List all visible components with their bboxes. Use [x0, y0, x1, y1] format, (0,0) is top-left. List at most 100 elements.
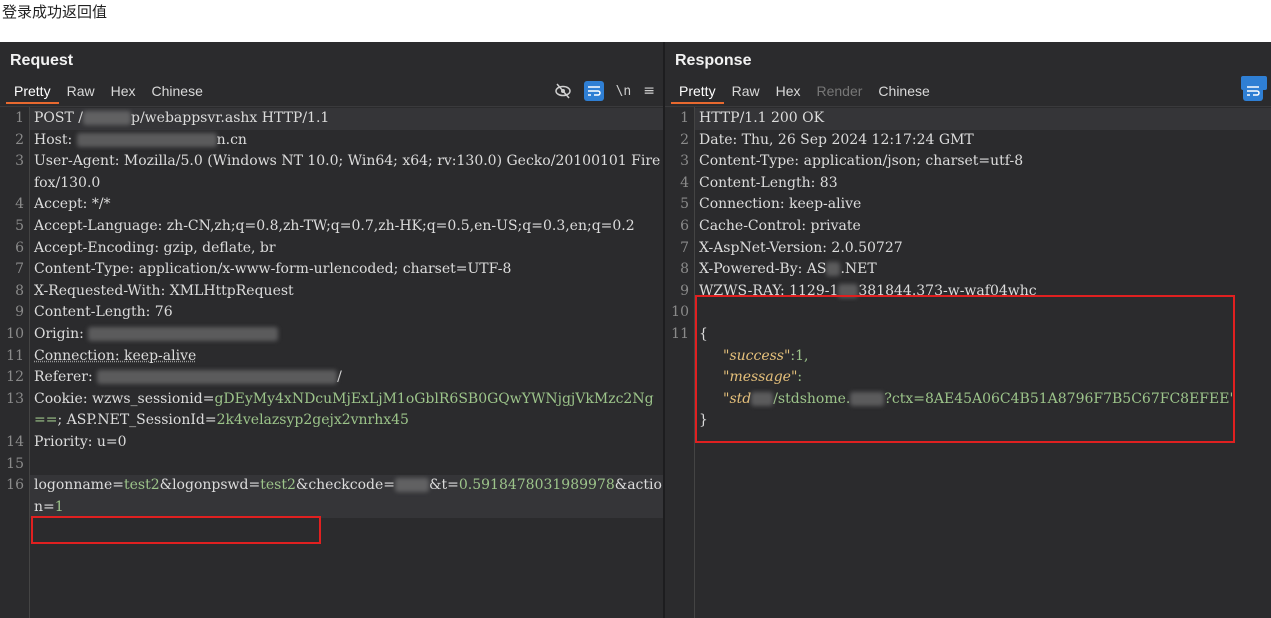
response-code: 1 HTTP/1.1 200 OK 2 Date: Thu, 26 Sep 2024…: [665, 108, 1271, 432]
line-text: n.cn: [216, 131, 247, 148]
request-line-11: 11 Connection: keep-alive: [0, 346, 663, 368]
response-tabs: Pretty Raw Hex Render Chinese: [671, 80, 938, 104]
json-string: /stdshome.: [773, 390, 851, 407]
line-text: [30, 454, 663, 476]
json-key: "success": [723, 347, 791, 364]
cookie-key: Cookie: wzws_sessionid=: [34, 390, 215, 407]
line-number: 5: [680, 196, 689, 213]
json-string: "std: [723, 390, 752, 407]
line-text: /: [337, 369, 342, 386]
redacted-blur: [838, 283, 859, 298]
param-key: &checkcode=: [295, 477, 396, 494]
response-title: Response: [675, 52, 752, 69]
response-panel: Response Pretty Raw Hex Render Chinese 1…: [665, 42, 1271, 618]
param-value: 0.5918478031989978: [458, 477, 615, 494]
line-number: 15: [6, 455, 24, 472]
response-editor[interactable]: 1 HTTP/1.1 200 OK 2 Date: Thu, 26 Sep 2024…: [665, 106, 1271, 618]
response-line-6: 6 Cache-Control: private: [665, 216, 1271, 238]
line-text: .NET: [840, 261, 877, 278]
response-line-9: 9 WZWS-RAY: 1129-1 381844.373-w-waf04whc: [665, 281, 1271, 303]
line-text: Content-Length: 76: [34, 304, 173, 321]
response-tab-raw[interactable]: Raw: [724, 80, 768, 104]
line-number: 16: [6, 477, 24, 494]
line-number: 1: [680, 110, 689, 126]
redacted-blur: [88, 326, 279, 341]
line-number: 9: [15, 304, 24, 321]
param-value: test2: [260, 477, 296, 494]
line-text: Connection: keep-alive: [699, 196, 862, 213]
line-number: 10: [671, 304, 689, 321]
line-text: Content-Length: 83: [699, 174, 838, 191]
request-line-13: 13 Cookie: wzws_sessionid=gDEyMy4xNDcuMjE…: [0, 389, 663, 432]
line-number: 2: [680, 131, 689, 148]
request-tab-hex[interactable]: Hex: [103, 80, 144, 104]
json-value: :: [797, 369, 803, 386]
line-text: Accept: */*: [34, 196, 111, 213]
request-tab-raw[interactable]: Raw: [59, 80, 103, 104]
line-number: 5: [15, 217, 24, 234]
redacted-blur: [76, 132, 217, 147]
redacted-blur: [83, 111, 131, 125]
line-number: 11: [6, 347, 24, 364]
request-panel: Request Pretty Raw Hex Chinese \n ≡ 1 POS…: [0, 42, 663, 618]
response-line-5: 5 Connection: keep-alive: [665, 194, 1271, 216]
line-number: 3: [15, 153, 24, 170]
line-text: X-AspNet-Version: 2.0.50727: [699, 239, 903, 256]
response-line-8: 8 X-Powered-By: AS .NET: [665, 259, 1271, 281]
line-text: X-Powered-By: AS: [699, 261, 827, 278]
redacted-blur: [850, 391, 885, 406]
request-line-7: 7 Content-Type: application/x-www-form-ur…: [0, 259, 663, 281]
line-text: Date: Thu, 26 Sep 2024 12:17:24 GMT: [699, 131, 974, 148]
line-number: 2: [15, 131, 24, 148]
line-text: Referer:: [34, 369, 98, 386]
response-line-3: 3 Content-Type: application/json; charset…: [665, 151, 1271, 173]
line-text: WZWS-RAY: 1129-1: [699, 282, 839, 299]
response-tab-render[interactable]: Render: [809, 80, 871, 104]
response-tab-pretty[interactable]: Pretty: [671, 80, 724, 104]
response-line-2: 2 Date: Thu, 26 Sep 2024 12:17:24 GMT: [665, 130, 1271, 152]
request-line-6: 6 Accept-Encoding: gzip, deflate, br: [0, 238, 663, 260]
line-text: Cache-Control: private: [699, 217, 861, 234]
line-number: 6: [680, 217, 689, 234]
line-number: 3: [680, 153, 689, 170]
request-tabs: Pretty Raw Hex Chinese: [6, 80, 211, 104]
json-brace: }: [699, 412, 708, 429]
word-wrap-icon[interactable]: [583, 81, 604, 101]
line-text: User-Agent: Mozilla/5.0 (Windows NT 10.0…: [34, 153, 661, 191]
line-number: 13: [6, 390, 24, 407]
line-text: [695, 302, 1271, 324]
line-number: 12: [6, 369, 24, 386]
line-text: 381844.373-w-waf04whc: [858, 282, 1037, 299]
line-text: Origin:: [34, 325, 89, 342]
json-key: "message": [723, 369, 798, 386]
response-json-message-value: "std/stdshome. ?ctx=8AE45A06C4B51A8796F7B…: [665, 389, 1271, 411]
response-tab-hex[interactable]: Hex: [768, 80, 809, 104]
request-line-2: 2 Host: n.cn: [0, 130, 663, 152]
line-number: 14: [6, 433, 24, 450]
word-wrap-icon[interactable]: [1243, 81, 1263, 101]
response-line-7: 7 X-AspNet-Version: 2.0.50727: [665, 238, 1271, 260]
newline-toggle-button[interactable]: \n: [616, 81, 632, 101]
line-number: 4: [680, 174, 689, 191]
response-tab-chinese[interactable]: Chinese: [870, 80, 937, 104]
line-text: Accept-Language: zh-CN,zh;q=0.8,zh-TW;q=…: [34, 217, 635, 234]
request-toolbar: \n ≡: [554, 80, 655, 102]
eye-slash-icon[interactable]: [554, 81, 572, 101]
param-value: test2: [123, 477, 160, 494]
line-text: X-Requested-With: XMLHttpRequest: [34, 282, 294, 299]
request-line-10: 10 Origin:: [0, 324, 663, 346]
request-title: Request: [10, 52, 74, 69]
redacted-blur: [751, 391, 774, 406]
request-tab-pretty[interactable]: Pretty: [6, 80, 59, 104]
request-line-3: 3 User-Agent: Mozilla/5.0 (Windows NT 10.…: [0, 151, 663, 194]
redacted-blur: [97, 370, 338, 385]
response-line-4: 4 Content-Length: 83: [665, 173, 1271, 195]
menu-icon[interactable]: ≡: [643, 81, 655, 101]
request-line-14: 14 Priority: u=0: [0, 432, 663, 454]
request-line-5: 5 Accept-Language: zh-CN,zh;q=0.8,zh-TW;q…: [0, 216, 663, 238]
line-number: 8: [680, 261, 689, 278]
request-line-9: 9 Content-Length: 76: [0, 302, 663, 324]
request-editor[interactable]: 1 POST / p/webappsvr.ashx HTTP/1.1 2 Host: …: [0, 106, 663, 618]
param-value: 1: [54, 498, 64, 515]
request-tab-chinese[interactable]: Chinese: [144, 80, 211, 104]
